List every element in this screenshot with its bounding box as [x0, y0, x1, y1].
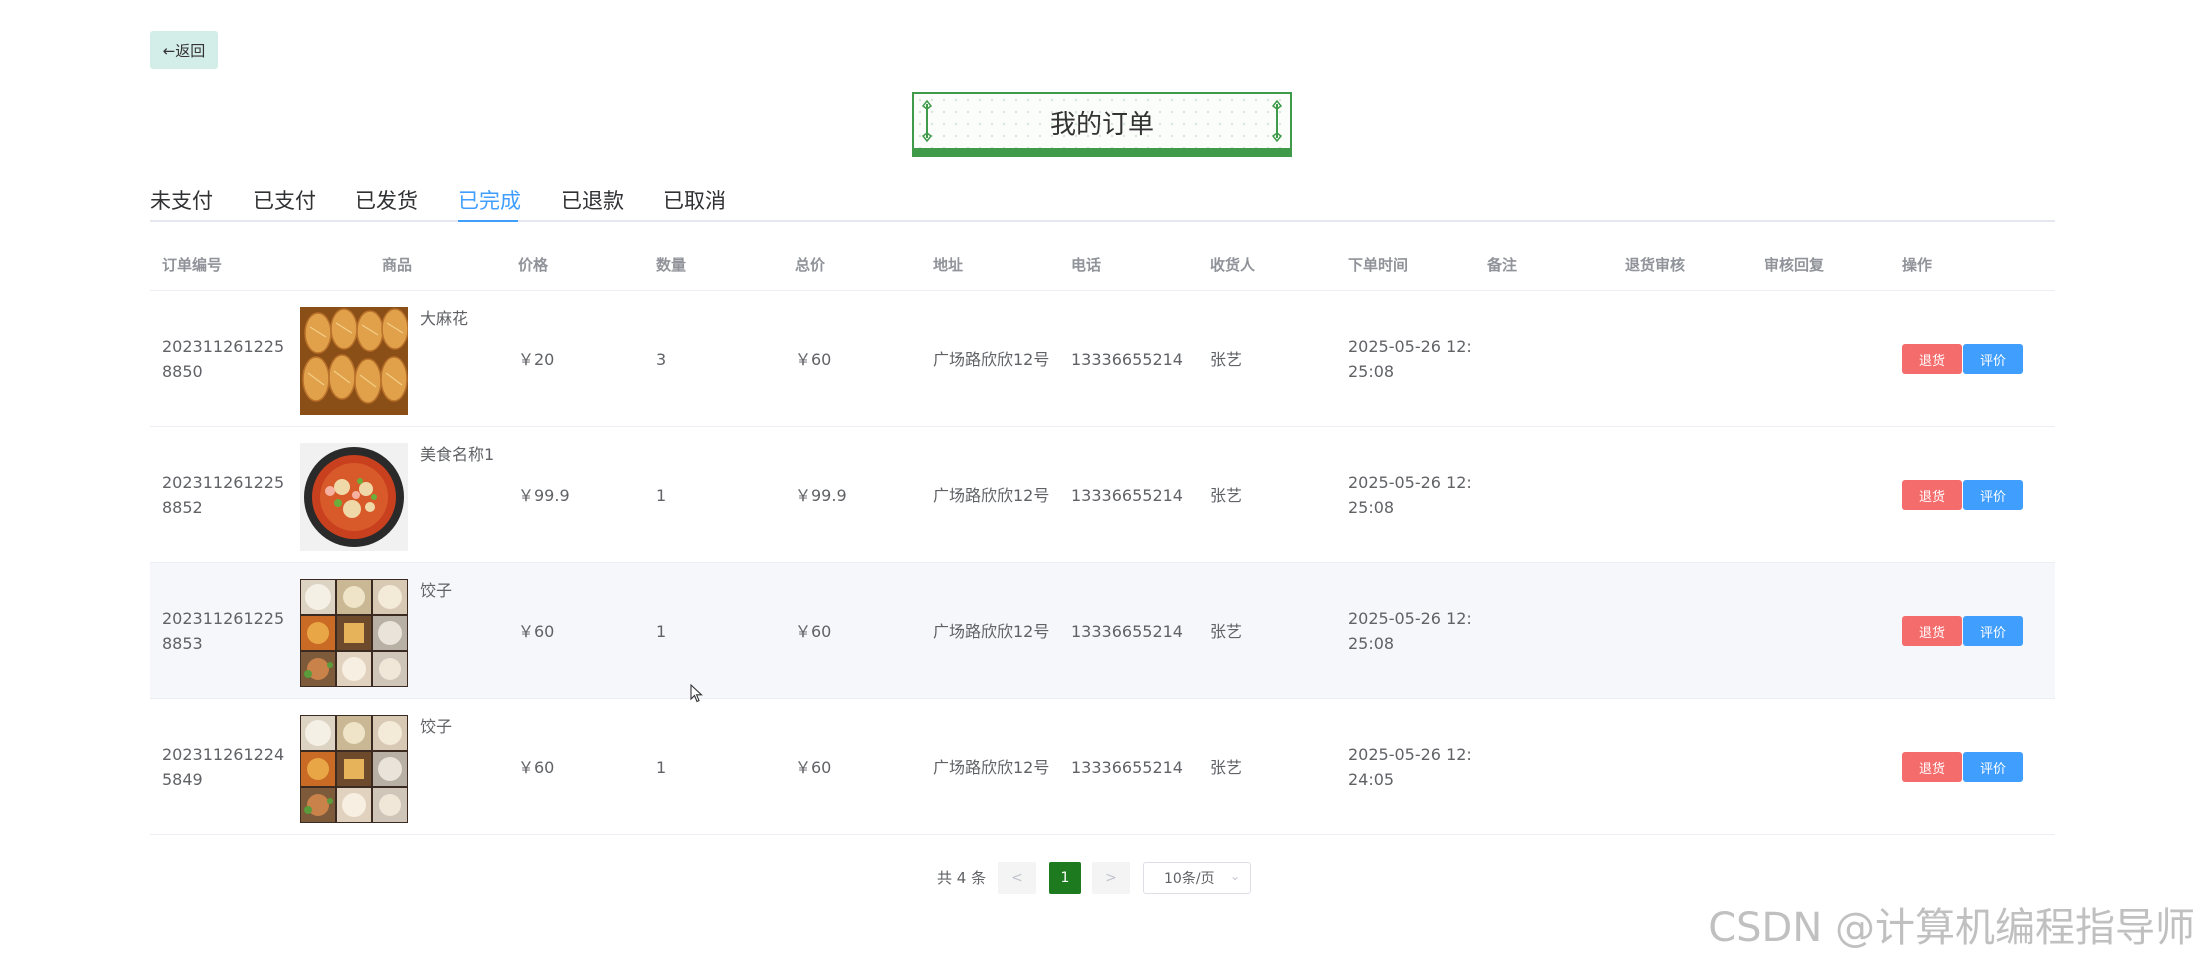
tab-refunded[interactable]: 已退款 — [561, 186, 624, 222]
quantity-cell: 1 — [656, 621, 667, 641]
goods-name: 美食名称1 — [420, 445, 495, 464]
quantity-cell: 1 — [656, 485, 667, 505]
chevron-down-icon: ⌄ — [1229, 869, 1240, 883]
goods-image — [300, 715, 408, 823]
receiver-cell: 张艺 — [1210, 621, 1243, 641]
table-row: 2023112612245849 饺子 ￥60 1 ￥60 广场路欣欣12号 1… — [150, 699, 2055, 835]
price-cell: ￥99.9 — [518, 485, 570, 505]
prev-page-button[interactable]: < — [998, 862, 1036, 894]
table-row: 2023112612258852 美食名称1 ￥99.9 1 ￥99.9 广场路… — [150, 427, 2055, 563]
next-page-button[interactable]: > — [1092, 862, 1130, 894]
quantity-cell: 3 — [656, 349, 667, 369]
goods-cell: 大麻花 — [300, 291, 510, 427]
column-header: 操作 — [1902, 256, 1933, 274]
address-cell: 广场路欣欣12号 — [933, 621, 1050, 641]
order-status-tabs: 未支付 已支付 已发货 已完成 已退款 已取消 — [150, 186, 2055, 222]
tab-shipped[interactable]: 已发货 — [355, 186, 418, 222]
refund-button[interactable]: 退货 — [1902, 344, 1962, 374]
review-button[interactable]: 评价 — [1963, 344, 2023, 374]
phone-cell: 13336655214 — [1071, 621, 1183, 641]
refund-button[interactable]: 退货 — [1902, 752, 1962, 782]
goods-image — [300, 307, 408, 415]
address-cell: 广场路欣欣12号 — [933, 485, 1050, 505]
total-cell: ￥60 — [795, 621, 832, 641]
order-number-cell: 2023112612258852 — [162, 473, 285, 517]
column-header: 退货审核 — [1625, 256, 1686, 274]
order-number-cell: 2023112612258853 — [162, 609, 285, 653]
actions-cell: 退货 评价 — [1902, 563, 2023, 699]
order-number-cell: 2023112612258850 — [162, 337, 285, 381]
orders-table: 订单编号 商品 价格 数量 总价 地址 电话 收货人 下单时间 备注 退货审核 … — [150, 239, 2055, 835]
price-cell: ￥60 — [518, 621, 555, 641]
table-row: 2023112612258853 饺子 ￥60 1 ￥60 广场路欣欣12号 1… — [150, 563, 2055, 699]
pagination: 共 4 条 < 1 > 10条/页 ⌄ — [0, 862, 2199, 894]
total-cell: ￥60 — [795, 349, 832, 369]
goods-name: 饺子 — [420, 717, 453, 736]
column-header: 数量 — [656, 256, 687, 274]
tab-cancelled[interactable]: 已取消 — [663, 186, 726, 222]
goods-cell: 饺子 — [300, 563, 510, 699]
active-tab-indicator — [458, 220, 518, 222]
tab-completed[interactable]: 已完成 — [458, 186, 521, 222]
order-time-cell: 2025-05-26 12:25:08 — [1348, 337, 1472, 381]
phone-cell: 13336655214 — [1071, 757, 1183, 777]
order-time-cell: 2025-05-26 12:25:08 — [1348, 473, 1472, 517]
page-size-value: 10条/页 — [1164, 871, 1215, 887]
column-header: 价格 — [518, 256, 549, 274]
actions-cell: 退货 评价 — [1902, 427, 2023, 563]
address-cell: 广场路欣欣12号 — [933, 757, 1050, 777]
price-cell: ￥20 — [518, 349, 555, 369]
column-header: 商品 — [382, 256, 413, 274]
title-underline-bar — [912, 148, 1292, 157]
review-button[interactable]: 评价 — [1963, 480, 2023, 510]
review-button[interactable]: 评价 — [1963, 616, 2023, 646]
receiver-cell: 张艺 — [1210, 757, 1243, 777]
total-cell: ￥60 — [795, 757, 832, 777]
tab-unpaid[interactable]: 未支付 — [150, 186, 213, 222]
column-header: 审核回复 — [1764, 256, 1825, 274]
watermark: CSDN @计算机编程指导师 — [1708, 905, 2195, 951]
table-row: 2023112612258850 大麻花 ￥20 3 ￥60 广场路欣欣12号 … — [150, 291, 2055, 427]
phone-cell: 13336655214 — [1071, 485, 1183, 505]
receiver-cell: 张艺 — [1210, 349, 1243, 369]
order-time-cell: 2025-05-26 12:25:08 — [1348, 609, 1472, 653]
actions-cell: 退货 评价 — [1902, 699, 2023, 835]
mouse-cursor-icon — [690, 684, 703, 703]
review-button[interactable]: 评价 — [1963, 752, 2023, 782]
total-cell: ￥99.9 — [795, 485, 847, 505]
goods-image — [300, 579, 408, 687]
page-title: 我的订单 — [1049, 110, 1154, 140]
column-header: 收货人 — [1210, 256, 1256, 274]
phone-cell: 13336655214 — [1071, 349, 1183, 369]
back-button[interactable]: ←返回 — [150, 31, 218, 69]
goods-cell: 饺子 — [300, 699, 510, 835]
page-size-select[interactable]: 10条/页 ⌄ — [1143, 862, 1251, 894]
ornament-icon — [1271, 100, 1283, 142]
price-cell: ￥60 — [518, 757, 555, 777]
column-header: 地址 — [933, 256, 964, 274]
address-cell: 广场路欣欣12号 — [933, 349, 1050, 369]
tab-paid[interactable]: 已支付 — [253, 186, 316, 222]
actions-cell: 退货 评价 — [1902, 291, 2023, 427]
order-time-cell: 2025-05-26 12:24:05 — [1348, 745, 1472, 789]
receiver-cell: 张艺 — [1210, 485, 1243, 505]
goods-image — [300, 443, 408, 551]
column-header: 总价 — [795, 256, 826, 274]
page-title-banner: 我的订单 — [912, 92, 1292, 157]
column-header: 备注 — [1487, 256, 1518, 274]
quantity-cell: 1 — [656, 757, 667, 777]
goods-cell: 美食名称1 — [300, 427, 510, 563]
order-number-cell: 2023112612245849 — [162, 745, 285, 789]
page-number-1[interactable]: 1 — [1049, 862, 1081, 894]
column-header: 电话 — [1071, 256, 1102, 274]
goods-name: 饺子 — [420, 581, 453, 600]
column-header: 订单编号 — [162, 256, 223, 274]
table-header: 订单编号 商品 价格 数量 总价 地址 电话 收货人 下单时间 备注 退货审核 … — [150, 239, 2055, 291]
refund-button[interactable]: 退货 — [1902, 616, 1962, 646]
column-header: 下单时间 — [1348, 256, 1409, 274]
goods-name: 大麻花 — [420, 309, 469, 328]
refund-button[interactable]: 退货 — [1902, 480, 1962, 510]
back-button-label: ←返回 — [162, 41, 206, 60]
pagination-total: 共 4 条 — [937, 869, 987, 887]
